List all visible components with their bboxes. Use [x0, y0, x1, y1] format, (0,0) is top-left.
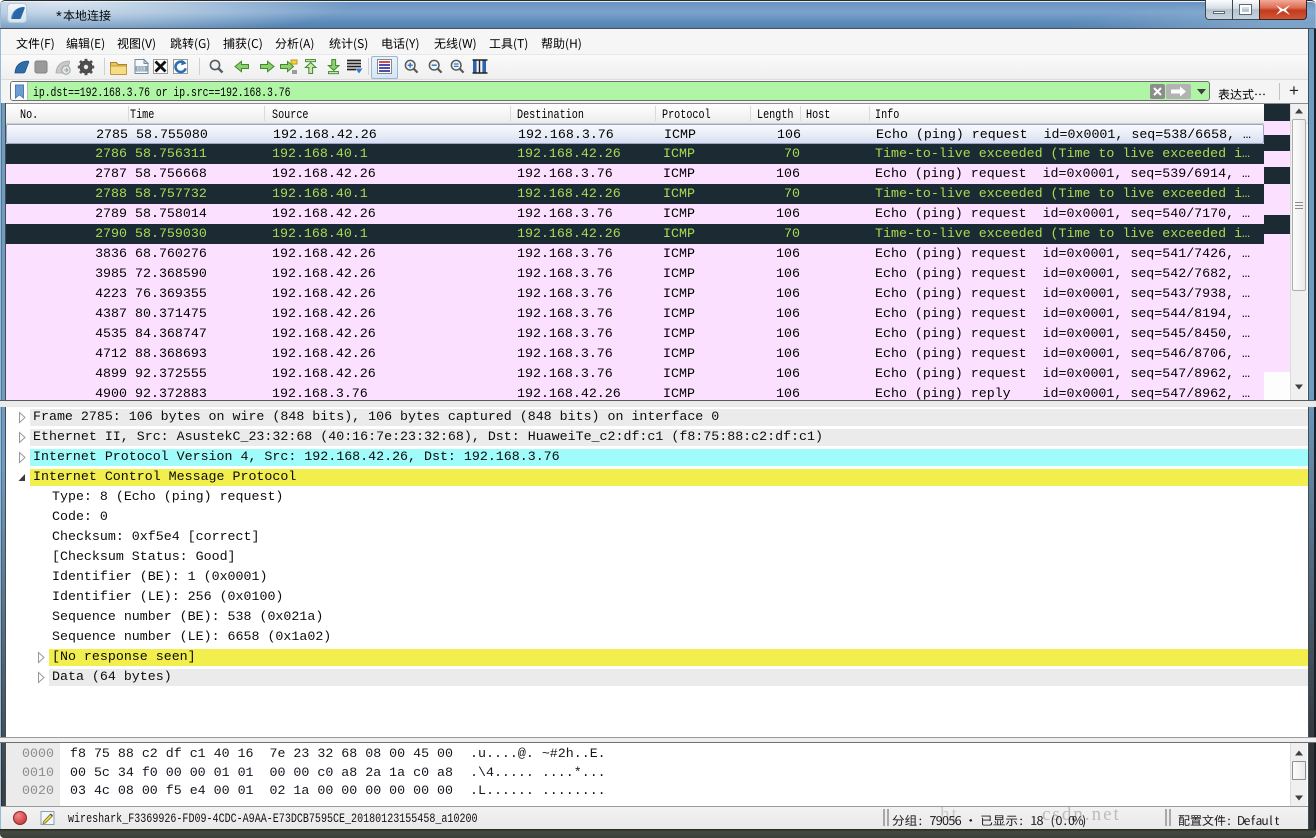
- svg-text:019: 019: [137, 67, 146, 73]
